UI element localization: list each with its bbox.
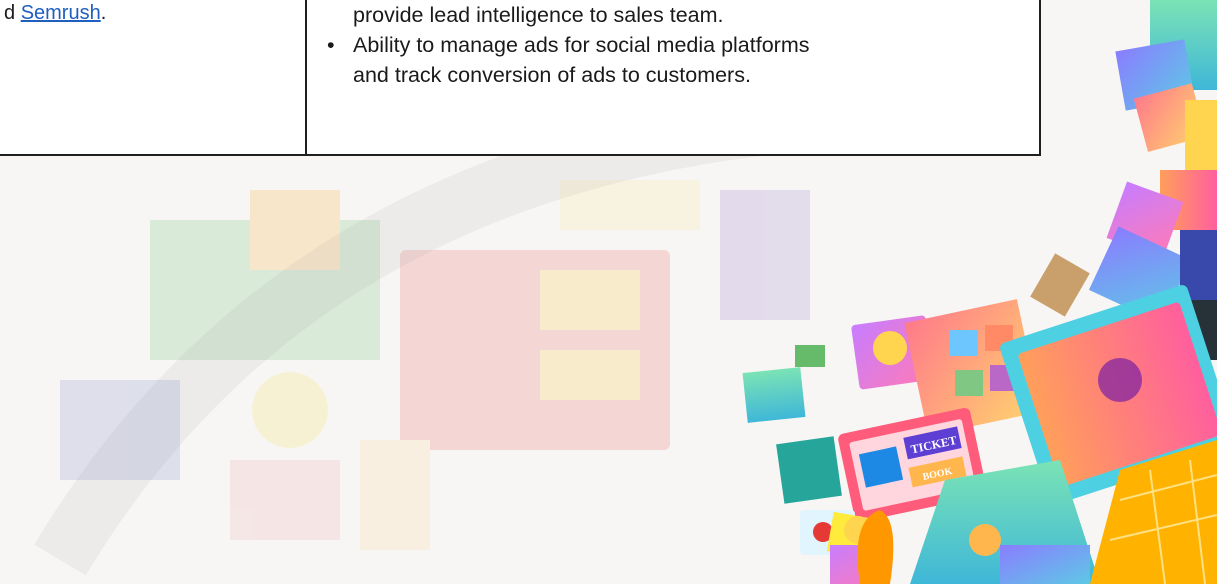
feature-table-fragment: d Semrush. provide lead intelligence to … — [0, 0, 1041, 156]
bullet-line-1: Ability to manage ads for social media p… — [353, 33, 810, 57]
right-cell: provide lead intelligence to sales team.… — [327, 0, 1027, 90]
column-divider — [305, 0, 307, 154]
bullet-icon: • — [327, 33, 335, 57]
semrush-link[interactable]: Semrush — [21, 2, 101, 24]
fragment-line: provide lead intelligence to sales team. — [353, 3, 724, 27]
left-cell: d Semrush. — [4, 2, 106, 25]
bullet-item: • Ability to manage ads for social media… — [327, 30, 1027, 90]
left-cell-suffix: . — [100, 2, 107, 24]
left-cell-prefix: d — [4, 2, 21, 24]
bullet-line-2: and track conversion of ads to customers… — [353, 63, 751, 87]
